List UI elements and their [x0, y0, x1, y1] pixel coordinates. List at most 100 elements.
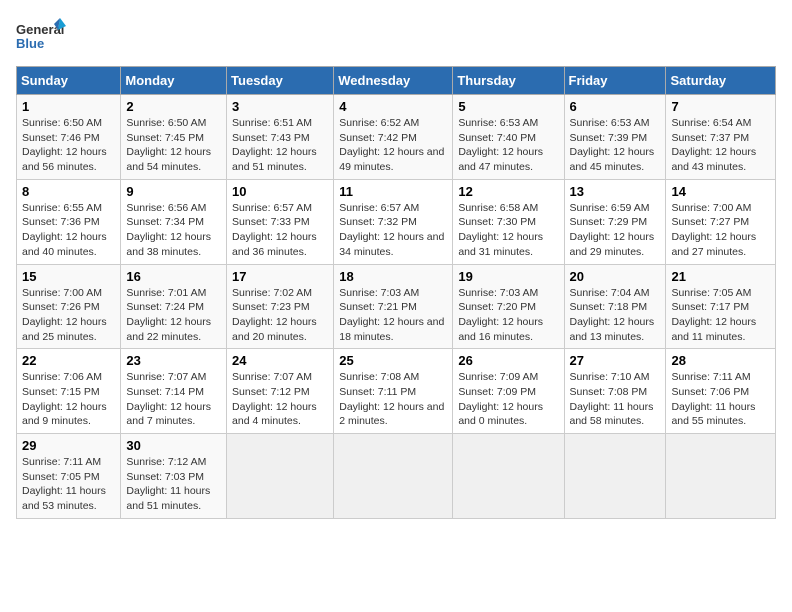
calendar-cell: 28 Sunrise: 7:11 AM Sunset: 7:06 PM Dayl…: [666, 349, 776, 434]
calendar-cell: 3 Sunrise: 6:51 AM Sunset: 7:43 PM Dayli…: [227, 95, 334, 180]
calendar-cell: 23 Sunrise: 7:07 AM Sunset: 7:14 PM Dayl…: [121, 349, 227, 434]
day-number: 28: [671, 353, 770, 368]
day-number: 7: [671, 99, 770, 114]
day-number: 25: [339, 353, 447, 368]
day-info: Sunrise: 6:52 AM Sunset: 7:42 PM Dayligh…: [339, 116, 447, 175]
calendar-cell: 9 Sunrise: 6:56 AM Sunset: 7:34 PM Dayli…: [121, 179, 227, 264]
calendar-body: 1 Sunrise: 6:50 AM Sunset: 7:46 PM Dayli…: [17, 95, 776, 519]
day-number: 13: [570, 184, 661, 199]
day-info: Sunrise: 7:03 AM Sunset: 7:21 PM Dayligh…: [339, 286, 447, 345]
weekday-header-tuesday: Tuesday: [227, 67, 334, 95]
day-number: 10: [232, 184, 328, 199]
calendar-cell: 2 Sunrise: 6:50 AM Sunset: 7:45 PM Dayli…: [121, 95, 227, 180]
calendar-cell: 10 Sunrise: 6:57 AM Sunset: 7:33 PM Dayl…: [227, 179, 334, 264]
day-info: Sunrise: 7:06 AM Sunset: 7:15 PM Dayligh…: [22, 370, 115, 429]
weekday-header-friday: Friday: [564, 67, 666, 95]
calendar-cell: 12 Sunrise: 6:58 AM Sunset: 7:30 PM Dayl…: [453, 179, 564, 264]
weekday-header-wednesday: Wednesday: [334, 67, 453, 95]
day-info: Sunrise: 6:53 AM Sunset: 7:39 PM Dayligh…: [570, 116, 661, 175]
day-info: Sunrise: 7:01 AM Sunset: 7:24 PM Dayligh…: [126, 286, 221, 345]
logo-svg: General Blue: [16, 16, 66, 56]
calendar-cell: 27 Sunrise: 7:10 AM Sunset: 7:08 PM Dayl…: [564, 349, 666, 434]
calendar-cell: 4 Sunrise: 6:52 AM Sunset: 7:42 PM Dayli…: [334, 95, 453, 180]
day-info: Sunrise: 6:55 AM Sunset: 7:36 PM Dayligh…: [22, 201, 115, 260]
day-number: 6: [570, 99, 661, 114]
day-number: 2: [126, 99, 221, 114]
calendar-week-4: 29 Sunrise: 7:11 AM Sunset: 7:05 PM Dayl…: [17, 434, 776, 519]
day-number: 30: [126, 438, 221, 453]
calendar-cell: 26 Sunrise: 7:09 AM Sunset: 7:09 PM Dayl…: [453, 349, 564, 434]
calendar-cell: 30 Sunrise: 7:12 AM Sunset: 7:03 PM Dayl…: [121, 434, 227, 519]
calendar-week-3: 22 Sunrise: 7:06 AM Sunset: 7:15 PM Dayl…: [17, 349, 776, 434]
day-number: 17: [232, 269, 328, 284]
calendar-table: SundayMondayTuesdayWednesdayThursdayFrid…: [16, 66, 776, 519]
day-number: 12: [458, 184, 558, 199]
day-info: Sunrise: 6:59 AM Sunset: 7:29 PM Dayligh…: [570, 201, 661, 260]
calendar-cell: 21 Sunrise: 7:05 AM Sunset: 7:17 PM Dayl…: [666, 264, 776, 349]
calendar-cell: 20 Sunrise: 7:04 AM Sunset: 7:18 PM Dayl…: [564, 264, 666, 349]
calendar-cell: 17 Sunrise: 7:02 AM Sunset: 7:23 PM Dayl…: [227, 264, 334, 349]
day-number: 24: [232, 353, 328, 368]
calendar-cell: 1 Sunrise: 6:50 AM Sunset: 7:46 PM Dayli…: [17, 95, 121, 180]
calendar-cell: 24 Sunrise: 7:07 AM Sunset: 7:12 PM Dayl…: [227, 349, 334, 434]
day-number: 27: [570, 353, 661, 368]
calendar-cell: [334, 434, 453, 519]
day-number: 16: [126, 269, 221, 284]
logo: General Blue: [16, 16, 66, 56]
calendar-cell: 25 Sunrise: 7:08 AM Sunset: 7:11 PM Dayl…: [334, 349, 453, 434]
day-info: Sunrise: 7:02 AM Sunset: 7:23 PM Dayligh…: [232, 286, 328, 345]
day-info: Sunrise: 6:57 AM Sunset: 7:33 PM Dayligh…: [232, 201, 328, 260]
calendar-cell: [564, 434, 666, 519]
weekday-header-thursday: Thursday: [453, 67, 564, 95]
day-info: Sunrise: 7:00 AM Sunset: 7:27 PM Dayligh…: [671, 201, 770, 260]
calendar-week-1: 8 Sunrise: 6:55 AM Sunset: 7:36 PM Dayli…: [17, 179, 776, 264]
calendar-cell: 22 Sunrise: 7:06 AM Sunset: 7:15 PM Dayl…: [17, 349, 121, 434]
calendar-cell: 11 Sunrise: 6:57 AM Sunset: 7:32 PM Dayl…: [334, 179, 453, 264]
day-info: Sunrise: 7:04 AM Sunset: 7:18 PM Dayligh…: [570, 286, 661, 345]
weekday-header-sunday: Sunday: [17, 67, 121, 95]
day-info: Sunrise: 6:50 AM Sunset: 7:45 PM Dayligh…: [126, 116, 221, 175]
calendar-week-0: 1 Sunrise: 6:50 AM Sunset: 7:46 PM Dayli…: [17, 95, 776, 180]
day-info: Sunrise: 7:00 AM Sunset: 7:26 PM Dayligh…: [22, 286, 115, 345]
day-number: 11: [339, 184, 447, 199]
calendar-cell: [227, 434, 334, 519]
day-number: 5: [458, 99, 558, 114]
day-number: 23: [126, 353, 221, 368]
day-number: 20: [570, 269, 661, 284]
calendar-cell: 6 Sunrise: 6:53 AM Sunset: 7:39 PM Dayli…: [564, 95, 666, 180]
day-info: Sunrise: 6:54 AM Sunset: 7:37 PM Dayligh…: [671, 116, 770, 175]
calendar-cell: 18 Sunrise: 7:03 AM Sunset: 7:21 PM Dayl…: [334, 264, 453, 349]
day-info: Sunrise: 7:08 AM Sunset: 7:11 PM Dayligh…: [339, 370, 447, 429]
day-info: Sunrise: 7:11 AM Sunset: 7:05 PM Dayligh…: [22, 455, 115, 514]
day-number: 4: [339, 99, 447, 114]
day-info: Sunrise: 7:12 AM Sunset: 7:03 PM Dayligh…: [126, 455, 221, 514]
day-number: 3: [232, 99, 328, 114]
day-number: 22: [22, 353, 115, 368]
day-info: Sunrise: 6:53 AM Sunset: 7:40 PM Dayligh…: [458, 116, 558, 175]
day-number: 19: [458, 269, 558, 284]
day-info: Sunrise: 7:10 AM Sunset: 7:08 PM Dayligh…: [570, 370, 661, 429]
calendar-cell: [453, 434, 564, 519]
calendar-cell: 14 Sunrise: 7:00 AM Sunset: 7:27 PM Dayl…: [666, 179, 776, 264]
calendar-cell: 15 Sunrise: 7:00 AM Sunset: 7:26 PM Dayl…: [17, 264, 121, 349]
calendar-week-2: 15 Sunrise: 7:00 AM Sunset: 7:26 PM Dayl…: [17, 264, 776, 349]
calendar-cell: 16 Sunrise: 7:01 AM Sunset: 7:24 PM Dayl…: [121, 264, 227, 349]
day-info: Sunrise: 7:05 AM Sunset: 7:17 PM Dayligh…: [671, 286, 770, 345]
day-info: Sunrise: 6:50 AM Sunset: 7:46 PM Dayligh…: [22, 116, 115, 175]
page-header: General Blue: [16, 16, 776, 56]
day-info: Sunrise: 7:07 AM Sunset: 7:12 PM Dayligh…: [232, 370, 328, 429]
day-info: Sunrise: 6:56 AM Sunset: 7:34 PM Dayligh…: [126, 201, 221, 260]
day-info: Sunrise: 7:11 AM Sunset: 7:06 PM Dayligh…: [671, 370, 770, 429]
calendar-cell: 29 Sunrise: 7:11 AM Sunset: 7:05 PM Dayl…: [17, 434, 121, 519]
weekday-header-monday: Monday: [121, 67, 227, 95]
day-info: Sunrise: 7:03 AM Sunset: 7:20 PM Dayligh…: [458, 286, 558, 345]
day-number: 15: [22, 269, 115, 284]
day-number: 18: [339, 269, 447, 284]
day-number: 9: [126, 184, 221, 199]
day-info: Sunrise: 6:57 AM Sunset: 7:32 PM Dayligh…: [339, 201, 447, 260]
day-number: 1: [22, 99, 115, 114]
weekday-header-saturday: Saturday: [666, 67, 776, 95]
day-number: 29: [22, 438, 115, 453]
weekday-header-row: SundayMondayTuesdayWednesdayThursdayFrid…: [17, 67, 776, 95]
calendar-cell: 19 Sunrise: 7:03 AM Sunset: 7:20 PM Dayl…: [453, 264, 564, 349]
